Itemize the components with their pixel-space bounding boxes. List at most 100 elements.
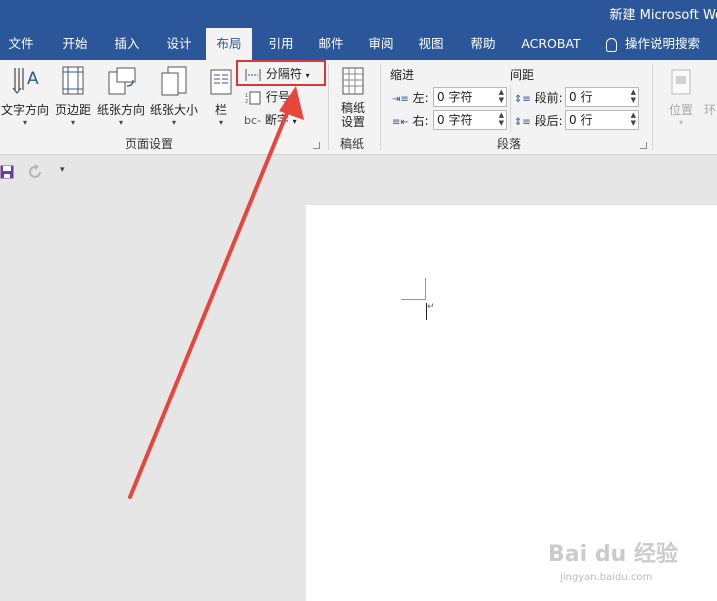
chevron-down-icon: ▾ (292, 117, 297, 126)
manuscript-settings-button[interactable]: 稿纸 设置 (334, 64, 372, 129)
columns-label: 栏 (214, 103, 227, 117)
indent-left-label: ⇥≡ 左: (392, 89, 429, 106)
chevron-down-icon: ▾ (293, 94, 298, 103)
indent-left-value: 0 字符 (437, 90, 473, 104)
margins-icon (57, 64, 89, 98)
indent-right-value: 0 字符 (437, 113, 473, 127)
wrap-text-button[interactable]: 环 (704, 64, 717, 118)
chevron-down-icon: ▾ (218, 118, 223, 127)
window-title: 新建 Microsoft Wo (609, 8, 717, 23)
group-divider (380, 64, 381, 150)
size-button[interactable]: 纸张大小 ▾ (148, 64, 200, 127)
group-divider (652, 64, 653, 150)
tab-design[interactable]: 设计 (156, 28, 202, 60)
spacing-after-value: 0 行 (569, 113, 593, 127)
tab-acrobat[interactable]: ACROBAT (512, 28, 590, 60)
spacing-after-label: ⇕≡ 段后: (514, 112, 563, 129)
orientation-icon (105, 64, 137, 98)
position-icon (668, 64, 694, 98)
customize-qat-icon[interactable]: ▾ (60, 165, 65, 175)
orientation-label: 纸张方向 (96, 103, 145, 117)
paragraph-mark-icon: ↵ (427, 302, 435, 312)
paragraph-divider (510, 86, 511, 132)
watermark-url: jingyan.baidu.com (560, 572, 653, 583)
tab-home[interactable]: 开始 (50, 28, 100, 60)
columns-icon (208, 64, 234, 98)
quick-access-toolbar: ▾ (0, 156, 717, 188)
tab-view[interactable]: 视图 (408, 28, 454, 60)
watermark-logo: Bai du 经验 (548, 542, 678, 567)
spinner-icon[interactable]: ▲ ▼ (499, 111, 504, 127)
manuscript-settings-label: 稿纸 设置 (340, 101, 365, 129)
text-direction-button[interactable]: A 文字方向 ▾ (0, 64, 50, 127)
spinner-icon[interactable]: ▲ ▼ (499, 88, 504, 104)
spinner-icon[interactable]: ▲ ▼ (631, 111, 636, 127)
tell-me-label: 操作说明搜索 (625, 36, 701, 51)
tab-insert[interactable]: 插入 (104, 28, 150, 60)
spacing-after-input[interactable]: 0 行 ▲ ▼ (565, 110, 639, 130)
hyphenation-label: 断字 (264, 113, 289, 127)
margins-button[interactable]: 页边距 ▾ (52, 64, 94, 127)
tab-file[interactable]: 文件 (0, 28, 42, 60)
chevron-down-icon: ▾ (678, 118, 683, 127)
group-divider (328, 64, 329, 150)
tab-review[interactable]: 审阅 (358, 28, 404, 60)
indent-right-text: 右: (412, 114, 429, 128)
indent-left-icon: ⇥≡ (392, 94, 409, 105)
position-label: 位置 (668, 103, 693, 117)
crop-mark (425, 278, 426, 299)
wrap-text-icon (704, 64, 717, 98)
svg-text:2: 2 (245, 99, 248, 105)
tab-references[interactable]: 引用 (258, 28, 304, 60)
chevron-down-icon: ▾ (171, 118, 176, 127)
spacing-before-value: 0 行 (569, 90, 593, 104)
ribbon-tabs: 文件 开始 插入 设计 布局 引用 邮件 审阅 视图 帮助 ACROBAT 操作… (0, 28, 717, 60)
indent-header: 缩进 (390, 68, 415, 82)
manuscript-group-label: 稿纸 (340, 137, 365, 151)
indent-left-text: 左: (412, 91, 429, 105)
orientation-button[interactable]: 纸张方向 ▾ (96, 64, 146, 127)
redo-icon[interactable] (28, 164, 44, 180)
size-label: 纸张大小 (149, 103, 198, 117)
ribbon-layout: A 文字方向 ▾ 页边距 ▾ 纸张方向 ▾ 纸张大小 ▾ 栏 ▾ 分隔符 ▾ 1… (0, 60, 717, 155)
chevron-down-icon: ▾ (70, 118, 75, 127)
tab-layout[interactable]: 布局 (206, 28, 252, 60)
tab-help[interactable]: 帮助 (460, 28, 506, 60)
breaks-highlight-box (236, 60, 326, 86)
indent-right-icon: ≡⇤ (392, 117, 409, 128)
text-direction-label: 文字方向 (0, 103, 49, 117)
columns-button[interactable]: 栏 ▾ (204, 64, 238, 127)
spinner-icon[interactable]: ▲ ▼ (631, 88, 636, 104)
wrap-text-label: 环 (704, 103, 717, 117)
save-icon[interactable] (0, 165, 14, 179)
page-setup-group-label: 页面设置 (125, 137, 174, 151)
spacing-after-icon: ⇕≡ (514, 117, 531, 128)
chevron-down-icon: ▾ (118, 118, 123, 127)
spacing-before-text: 段前: (534, 91, 563, 105)
page-setup-launcher-icon[interactable] (313, 142, 320, 149)
indent-left-input[interactable]: 0 字符 ▲ ▼ (433, 87, 507, 107)
title-bar: 新建 Microsoft Wo (0, 0, 717, 28)
svg-text:A: A (27, 69, 39, 89)
text-direction-icon: A (9, 64, 41, 98)
indent-right-input[interactable]: 0 字符 ▲ ▼ (433, 110, 507, 130)
spacing-before-label: ⇕≡ 段前: (514, 89, 563, 106)
spacing-header: 间距 (510, 68, 535, 82)
paragraph-group-label: 段落 (497, 137, 522, 151)
spacing-before-input[interactable]: 0 行 ▲ ▼ (565, 87, 639, 107)
spacing-after-text: 段后: (534, 114, 563, 128)
tell-me-search[interactable]: 操作说明搜索 (606, 28, 700, 60)
hyphenation-button[interactable]: bc- 断字 ▾ (244, 110, 297, 130)
paragraph-launcher-icon[interactable] (640, 142, 647, 149)
position-button[interactable]: 位置 ▾ (664, 64, 698, 127)
hyphenation-icon: bc- (244, 114, 261, 127)
chevron-down-icon: ▾ (22, 118, 27, 127)
line-numbers-button[interactable]: 1 2 行号 ▾ (244, 87, 298, 107)
line-numbers-icon: 1 2 (245, 91, 261, 105)
indent-right-label: ≡⇤ 右: (392, 112, 429, 129)
spacing-before-icon: ⇕≡ (514, 94, 531, 105)
lightbulb-icon (606, 37, 617, 52)
line-numbers-label: 行号 (265, 90, 290, 104)
tab-mailings[interactable]: 邮件 (308, 28, 354, 60)
manuscript-grid-icon (340, 64, 366, 98)
